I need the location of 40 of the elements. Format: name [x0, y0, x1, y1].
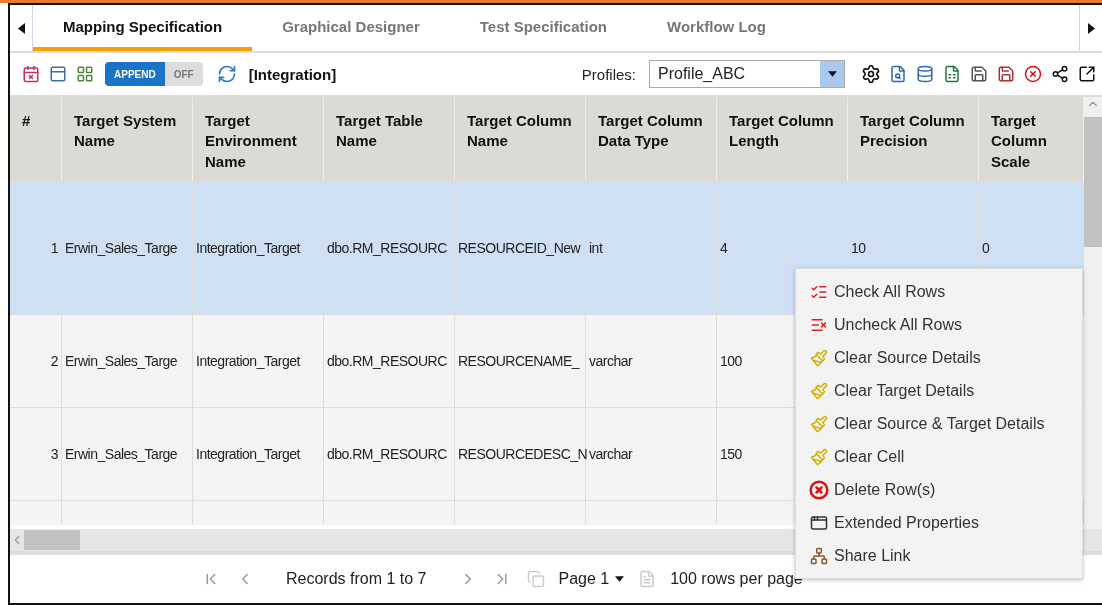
table-cell: Erwin_Sales_Targe [62, 181, 193, 314]
table-cell: dbo.RM_RESOURC [324, 181, 455, 314]
settings-icon[interactable] [860, 63, 882, 85]
table-cell: varchar [586, 315, 717, 407]
table-cell: 2 [10, 315, 62, 407]
profile-dropdown[interactable]: Profile_ABC [649, 60, 845, 88]
scroll-left-icon[interactable] [17, 22, 25, 34]
context-label: [Integration] [248, 65, 337, 83]
tab[interactable]: Test Specification [449, 5, 637, 51]
table-cell: dbo.RM_RESOURC [324, 315, 455, 407]
delete-icon [808, 478, 830, 501]
table-cell: Erwin_Sales_Targe [62, 408, 193, 500]
table-cell: RESOURCEID_New [455, 181, 586, 314]
scroll-thumb[interactable] [24, 530, 80, 550]
table-cell: Integration_Target [193, 181, 324, 314]
menu-item[interactable]: Share Link [796, 539, 1082, 572]
table-cell: Erwin_Sales_Targe [62, 315, 193, 407]
tab[interactable]: Graphical Designer [252, 5, 450, 51]
scroll-thumb[interactable] [1084, 117, 1102, 247]
calendar-x-icon[interactable] [20, 63, 42, 85]
table-cell: varchar [586, 408, 717, 500]
vertical-scrollbar[interactable] [1084, 97, 1102, 529]
menu-item[interactable]: Extended Properties [796, 506, 1082, 539]
profiles-label: Profiles: [581, 65, 636, 83]
page-selector[interactable]: Page 1 [558, 570, 610, 588]
table-cell: Integration_Target [193, 315, 324, 407]
table-cell: dbo.RM_RESOURC [324, 408, 455, 500]
close-icon[interactable] [1022, 63, 1044, 85]
table-cell: 3 [10, 408, 62, 500]
tab[interactable]: Workflow Log [637, 5, 796, 51]
tab[interactable]: Mapping Specification [33, 5, 253, 51]
table-cell: int [586, 181, 717, 314]
records-text: Records from 1 to 7 [286, 570, 427, 588]
scroll-right-icon[interactable] [1087, 22, 1095, 34]
caret-icon [615, 576, 625, 582]
caret-icon [827, 71, 837, 77]
table-cell: RESOURCENAME_ [455, 315, 586, 407]
table-cell: Integration_Target [193, 408, 324, 500]
table-cell: 1 [10, 181, 62, 314]
table-cell: RESOURCEDESC_N [455, 408, 586, 500]
